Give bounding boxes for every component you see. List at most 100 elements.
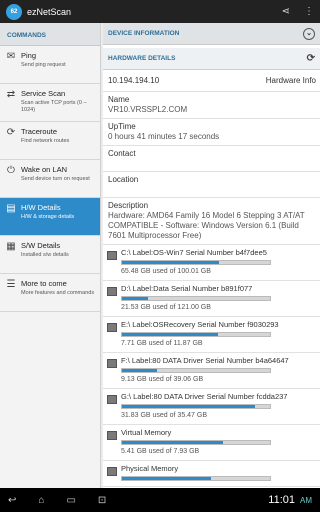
description-value: Hardware: AMD64 Family 16 Model 6 Steppi…	[108, 211, 305, 240]
more-icon: ☰	[6, 279, 16, 290]
name-label: Name	[108, 95, 130, 104]
drive-title: G:\ Label:80 DATA Driver Serial Number f…	[121, 392, 288, 401]
sidebar-item-label: Service Scan	[21, 89, 66, 98]
sidebar-item-label: Traceroute	[21, 127, 57, 136]
sidebar-item-desc: Installed s/w details	[21, 252, 69, 258]
drive-row: D:\ Label:Data Serial Number b891f077 21.…	[103, 281, 320, 317]
share-icon[interactable]: ⋖	[282, 6, 290, 17]
sidebar-item-label: S/W Details	[21, 241, 61, 250]
drive-usage-bar	[121, 404, 271, 409]
drive-title: F:\ Label:80 DATA Driver Serial Number b…	[121, 356, 289, 365]
sidebar-item-desc: Send ping request	[21, 62, 66, 68]
service-scan-icon: ⇄	[6, 89, 16, 100]
drive-usage-text: 65.48 GB used of 100.01 GB	[121, 268, 211, 275]
drive-usage-bar	[121, 440, 271, 445]
commands-header: COMMANDS	[0, 23, 100, 46]
hardware-details-header: HARDWARE DETAILS ⟳	[103, 48, 320, 70]
software-icon: ▦	[6, 241, 16, 252]
drive-usage-text: 5.41 GB used of 7.93 GB	[121, 448, 200, 455]
chevron-down-icon[interactable]: ⌄	[303, 27, 315, 40]
drive-usage-bar	[121, 332, 271, 337]
drive-usage-fill	[122, 477, 211, 480]
drive-usage-text: 9.13 GB used of 39.06 GB	[121, 376, 204, 383]
sidebar-item-label: Wake on LAN	[21, 165, 67, 174]
hard-drive-icon	[107, 251, 117, 260]
drive-usage-bar	[121, 260, 271, 265]
device-info-header[interactable]: DEVICE INFORMATION ⌄	[103, 23, 320, 45]
commands-sidebar: COMMANDS ✉ Ping Send ping request ⇄ Service …	[0, 23, 101, 488]
drive-usage-text: 7.71 GB used of 11.87 GB	[121, 340, 203, 347]
drive-row: E:\ Label:OSRecovery Serial Number f9030…	[103, 317, 320, 353]
drive-usage-bar	[121, 476, 271, 481]
drive-usage-fill	[122, 261, 219, 264]
sidebar-item-h-w-details[interactable]: ▤ H/W Details H/W & storage details	[0, 198, 100, 236]
contact-label: Contact	[108, 149, 136, 158]
drive-usage-fill	[122, 333, 219, 336]
traceroute-icon: ⟳	[6, 127, 16, 138]
sidebar-item-traceroute[interactable]: ⟳ Traceroute Find network routes	[0, 122, 100, 160]
drive-row: Virtual Memory 5.41 GB used of 7.93 GB	[103, 425, 320, 461]
sidebar-item-desc: Find network routes	[21, 138, 70, 144]
overflow-menu-icon[interactable]: ⋮	[304, 6, 314, 17]
contact-field: Contact	[103, 146, 320, 172]
recent-apps-icon[interactable]: ▭	[66, 495, 75, 506]
drive-usage-bar	[121, 296, 271, 301]
refresh-icon[interactable]: ⟳	[307, 53, 315, 64]
ip-row: 10.194.194.10 Hardware Info	[103, 70, 320, 92]
sidebar-item-label: Ping	[21, 51, 37, 60]
drive-title: Virtual Memory	[121, 428, 172, 437]
system-nav-bar: ↩ ⌂ ▭ ⊡ 11:01 AM	[0, 488, 320, 512]
name-field: Name VR10.VRSSPL2.COM	[103, 92, 320, 119]
sidebar-item-desc: More features and commands	[21, 290, 95, 296]
device-info-title: DEVICE INFORMATION	[108, 30, 180, 37]
device-panel: DEVICE INFORMATION ⌄ HARDWARE DETAILS ⟳ …	[103, 23, 320, 488]
hard-drive-icon	[107, 467, 117, 476]
hard-drive-icon	[107, 395, 117, 404]
hard-drive-icon	[107, 323, 117, 332]
drive-usage-fill	[122, 405, 255, 408]
back-icon[interactable]: ↩	[8, 495, 16, 506]
sidebar-item-desc: Scan active TCP ports (0 – 1024)	[21, 100, 87, 113]
drive-usage-bar	[121, 368, 271, 373]
sidebar-item-wake-on-lan[interactable]: ⏻ Wake on LAN Send device turn on request	[0, 160, 100, 198]
clock-ampm: AM	[300, 495, 312, 505]
sidebar-item-s-w-details[interactable]: ▦ S/W Details Installed s/w details	[0, 236, 100, 274]
drive-row: C:\ Label:OS-Win7 Serial Number b4f7dee5…	[103, 245, 320, 281]
app-title: ezNetScan	[27, 6, 72, 17]
drive-row: Physical Memory	[103, 461, 320, 487]
sidebar-item-service-scan[interactable]: ⇄ Service Scan Scan active TCP ports (0 – …	[0, 84, 100, 122]
drive-usage-text: 21.53 GB used of 121.00 GB	[121, 304, 211, 311]
sidebar-item-desc: Send device turn on request	[21, 176, 90, 182]
ip-address: 10.194.194.10	[108, 76, 160, 85]
app-title-bar: 62 ezNetScan ⋖ ⋮	[0, 0, 320, 23]
uptime-label: UpTime	[108, 122, 136, 131]
description-field: Description Hardware: AMD64 Family 16 Mo…	[103, 198, 320, 245]
app-logo: 62	[6, 3, 22, 20]
drive-usage-fill	[122, 369, 157, 372]
drive-row: F:\ Label:80 DATA Driver Serial Number b…	[103, 353, 320, 389]
hard-drive-icon	[107, 431, 117, 440]
drive-usage-fill	[122, 441, 223, 444]
location-field: Location	[103, 172, 320, 198]
sidebar-item-more-to-come[interactable]: ☰ More to come More features and commands	[0, 274, 100, 312]
home-icon[interactable]: ⌂	[38, 495, 44, 506]
hardware-info-label: Hardware Info	[265, 76, 316, 85]
drive-title: E:\ Label:OSRecovery Serial Number f9030…	[121, 320, 279, 329]
uptime-field: UpTime 0 hours 41 minutes 17 seconds	[103, 119, 320, 146]
location-label: Location	[108, 175, 139, 184]
sidebar-item-label: H/W Details	[21, 203, 61, 212]
sidebar-item-label: More to come	[21, 279, 67, 288]
drive-row: G:\ Label:80 DATA Driver Serial Number f…	[103, 389, 320, 425]
description-label: Description	[108, 201, 149, 210]
name-value: VR10.VRSSPL2.COM	[108, 105, 188, 114]
sidebar-item-ping[interactable]: ✉ Ping Send ping request	[0, 46, 100, 84]
clock: 11:01	[268, 494, 295, 506]
hard-drive-icon	[107, 359, 117, 368]
sidebar-item-desc: H/W & storage details	[21, 214, 75, 220]
hardware-details-title: HARDWARE DETAILS	[108, 55, 176, 62]
screenshot-icon[interactable]: ⊡	[98, 495, 106, 506]
hard-drive-icon	[107, 287, 117, 296]
hardware-icon: ▤	[6, 203, 16, 214]
drive-usage-fill	[122, 297, 149, 300]
power-icon: ⏻	[7, 165, 15, 176]
